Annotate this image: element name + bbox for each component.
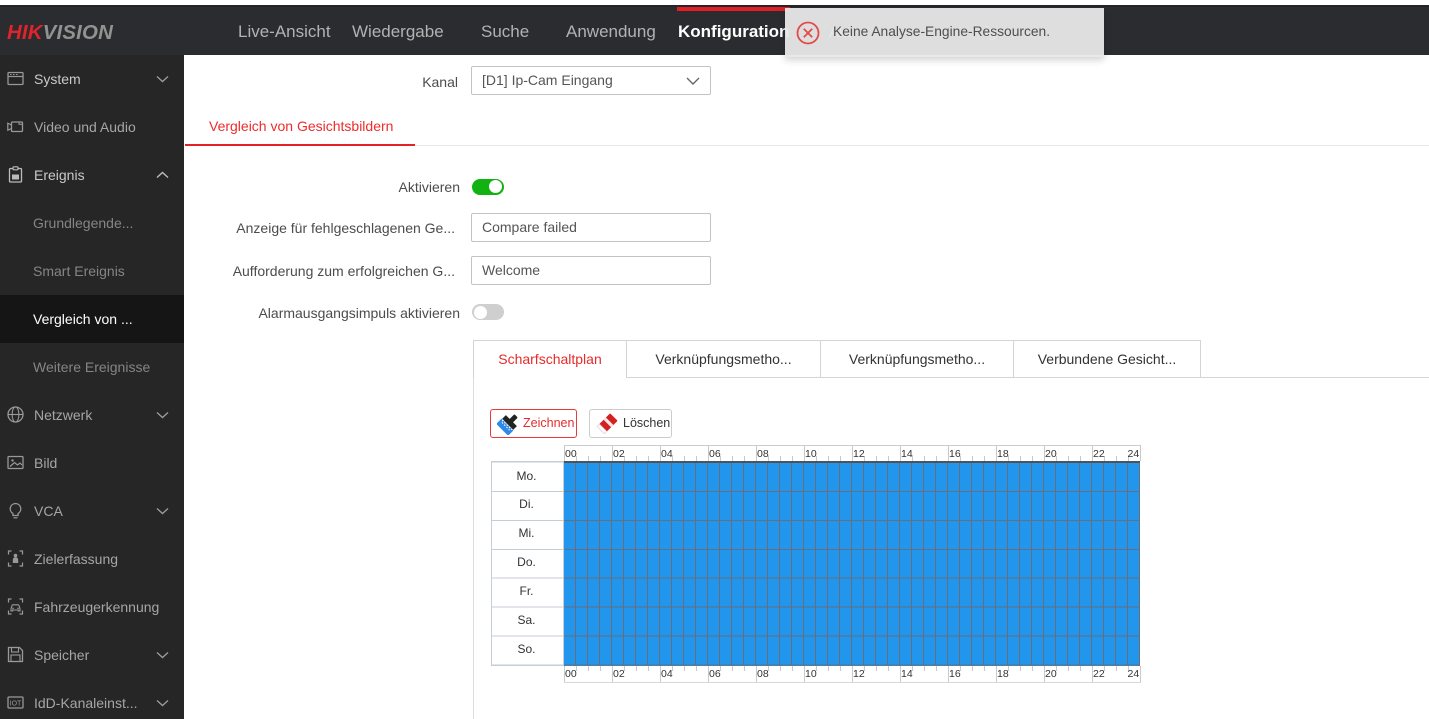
svg-text:IOT: IOT [10,700,22,707]
